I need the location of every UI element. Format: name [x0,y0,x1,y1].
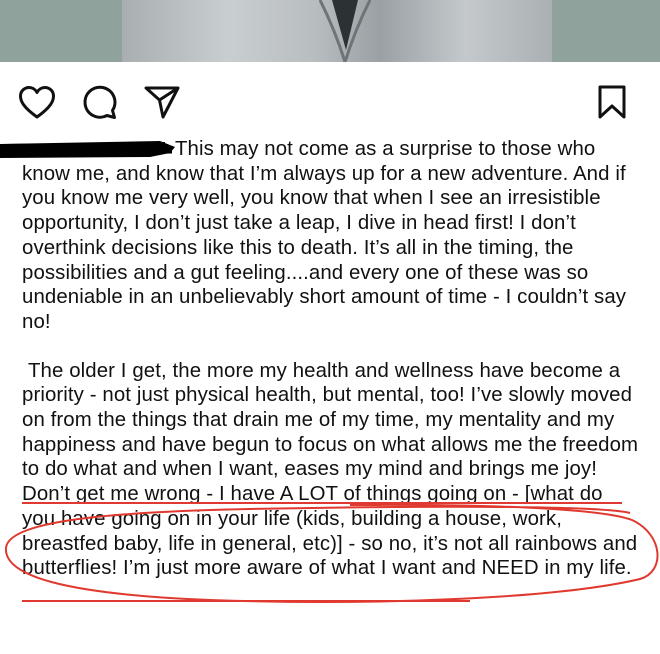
caption-paragraph-1: This may not come as a surprise to those… [22,138,627,333]
post-caption: This may not come as a surprise to those… [22,137,640,581]
caption-paragraph-2: The older I get, the more my health and … [22,359,639,580]
photo-zipper [318,0,372,62]
post-photo[interactable] [0,0,660,62]
comment-icon[interactable] [79,82,119,122]
send-icon[interactable] [142,82,182,122]
post-action-bar [0,62,660,136]
bookmark-icon[interactable] [592,82,632,122]
heart-icon[interactable] [17,82,57,122]
redacted-username [0,141,175,158]
